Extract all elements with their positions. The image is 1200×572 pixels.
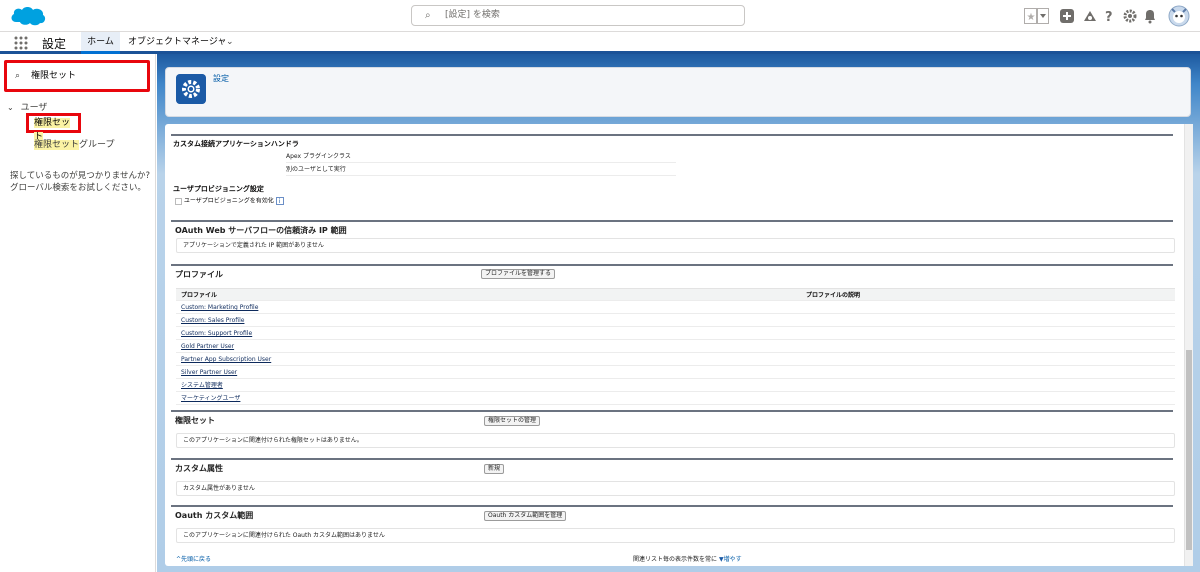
profiles-table-header: プロファイル プロファイルの説明 (176, 288, 1175, 301)
add-icon[interactable] (1059, 8, 1075, 24)
related-list-setting: 関連リスト毎の表示件数を常に ▼増やす (633, 554, 742, 563)
section-title: ユーザプロビジョニング設定 (173, 185, 264, 193)
manage-permission-sets-button[interactable]: 権限セットの管理 (484, 416, 541, 426)
table-row: Gold Partner User (176, 340, 1175, 353)
section-title: Oauth カスタム範囲 (171, 505, 1173, 524)
svg-text:?: ? (1105, 10, 1113, 24)
tree-node-label: ユーザ (20, 103, 48, 113)
profile-link[interactable]: Silver Partner User (181, 369, 237, 376)
app-navigation-bar: 設定 ホーム オブジェクトマネージャ ⌄ (0, 32, 1200, 54)
column-header-profile: プロファイル (181, 292, 218, 299)
section-title: プロファイル (171, 264, 1173, 283)
section-user-provisioning: ユーザプロビジョニング設定 ユーザプロビジョニングを有効化 i (171, 184, 1173, 205)
scrollbar-thumb[interactable] (1186, 350, 1192, 550)
scrollbar[interactable] (1184, 124, 1193, 566)
global-header: ⌕ [設定] を検索 ★ ? (0, 0, 1200, 32)
favorites-icon[interactable]: ★ (1024, 8, 1050, 24)
tab-object-manager[interactable]: オブジェクトマネージャ (128, 32, 226, 54)
main-area: 設定 カスタム接続アプリケーションハンドラ Apex プラグインクラス 別のユー… (157, 54, 1200, 572)
empty-message: このアプリケーションに関連付けられた Oauth カスタム範囲はありません (176, 528, 1175, 543)
no-result-hint: 探しているものが見つかりませんか? グローバル検索をお試しください。 (10, 171, 151, 193)
profile-link[interactable]: Gold Partner User (181, 343, 234, 350)
gear-icon[interactable] (1123, 8, 1137, 24)
sidebar-item-label: グループ (79, 140, 115, 150)
search-icon: ⌕ (425, 10, 431, 21)
setup-sidebar: ⌕ 権限セット ⌄ ユーザ 権限セット 権限セットグループ 探しているものが見つ… (0, 54, 156, 572)
chevron-down-icon: ⌄ (7, 103, 14, 112)
section-title: カスタム属性 (171, 458, 1173, 477)
section-profiles: プロファイル プロファイルを管理する プロファイル プロファイルの説明 Cust… (171, 264, 1175, 405)
breadcrumb[interactable]: 設定 (213, 73, 229, 84)
global-search-input[interactable]: ⌕ [設定] を検索 (411, 5, 745, 26)
sidebar-item-permission-set-groups[interactable]: 権限セットグループ (34, 137, 114, 150)
detail-content: カスタム接続アプリケーションハンドラ Apex プラグインクラス 別のユーザとし… (165, 124, 1193, 566)
table-row: Partner App Subscription User (176, 353, 1175, 366)
table-row: Custom: Sales Profile (176, 314, 1175, 327)
section-title: カスタム接続アプリケーションハンドラ (171, 134, 1173, 152)
svg-text:★: ★ (1027, 12, 1036, 23)
sidebar-item-permission-sets[interactable]: 権限セット (26, 113, 81, 142)
back-to-top-link[interactable]: ^先頭に戻る (176, 554, 211, 563)
increase-link[interactable]: 増やす (724, 556, 742, 563)
table-row: Custom: Marketing Profile (176, 301, 1175, 314)
section-title: 権限セット (171, 410, 1173, 429)
user-avatar-icon[interactable] (1168, 4, 1190, 28)
profile-link[interactable]: マーケティングユーザ (181, 395, 240, 402)
section-permission-sets: 権限セット 権限セットの管理 このアプリケーションに関連付けられた権限セットはあ… (171, 410, 1175, 452)
section-connected-app-handler: カスタム接続アプリケーションハンドラ Apex プラグインクラス 別のユーザとし… (171, 134, 1173, 176)
profile-link[interactable]: Custom: Support Profile (181, 330, 252, 337)
manage-oauth-scopes-button[interactable]: Oauth カスタム範囲を管理 (484, 511, 567, 521)
search-icon: ⌕ (15, 71, 21, 81)
info-icon[interactable]: i (275, 197, 284, 205)
table-row: マーケティングユーザ (176, 392, 1175, 405)
app-launcher-icon[interactable] (14, 36, 28, 50)
table-row: システム管理者 (176, 379, 1175, 392)
tab-home[interactable]: ホーム (81, 32, 120, 54)
provisioning-checkbox[interactable] (175, 197, 182, 205)
app-name: 設定 (42, 37, 67, 51)
profile-link[interactable]: Partner App Subscription User (181, 356, 271, 363)
table-row: Silver Partner User (176, 366, 1175, 379)
profile-link[interactable]: Custom: Marketing Profile (181, 304, 258, 311)
run-as-label: 別のユーザとして実行 (286, 164, 676, 176)
new-custom-attribute-button[interactable]: 新規 (484, 464, 505, 474)
empty-message: カスタム属性がありません (176, 481, 1175, 496)
section-custom-attributes: カスタム属性 新規 カスタム属性がありません (171, 458, 1175, 500)
section-title: OAuth Web サーバフローの信頼済み IP 範囲 (171, 220, 1173, 239)
sidebar-item-highlight: 権限セット (34, 140, 80, 150)
chevron-down-icon[interactable]: ⌄ (226, 32, 234, 53)
provisioning-checkbox-row: ユーザプロビジョニングを有効化 i (175, 197, 284, 206)
global-search-placeholder: [設定] を検索 (445, 10, 500, 20)
salesforce-logo[interactable] (9, 4, 47, 28)
provisioning-checkbox-label: ユーザプロビジョニングを有効化 (183, 197, 274, 205)
trailhead-icon[interactable] (1082, 8, 1098, 24)
manage-profiles-button[interactable]: プロファイルを管理する (481, 269, 556, 279)
notifications-bell-icon[interactable] (1143, 8, 1157, 24)
empty-message: アプリケーションで定義された IP 範囲がありません (176, 238, 1175, 253)
empty-message: このアプリケーションに関連付けられた権限セットはありません。 (176, 433, 1175, 448)
table-row: Custom: Support Profile (176, 327, 1175, 340)
setup-gear-icon (176, 74, 206, 104)
quick-find-input[interactable]: ⌕ 権限セット (4, 60, 150, 92)
page-header: 設定 (165, 67, 1191, 117)
quick-find-value: 権限セット (31, 71, 77, 81)
tree-node-users[interactable]: ⌄ ユーザ (7, 100, 47, 113)
related-list-text: 関連リスト毎の表示件数を常に (633, 556, 718, 563)
profile-link[interactable]: システム管理者 (181, 382, 223, 389)
section-oauth-ip-ranges: OAuth Web サーバフローの信頼済み IP 範囲 アプリケーションで定義さ… (171, 220, 1175, 260)
profile-link[interactable]: Custom: Sales Profile (181, 317, 244, 324)
apex-plugin-label: Apex プラグインクラス (286, 151, 676, 163)
section-oauth-custom-scopes: Oauth カスタム範囲 Oauth カスタム範囲を管理 このアプリケーションに… (171, 505, 1175, 547)
help-icon[interactable]: ? (1104, 8, 1116, 24)
